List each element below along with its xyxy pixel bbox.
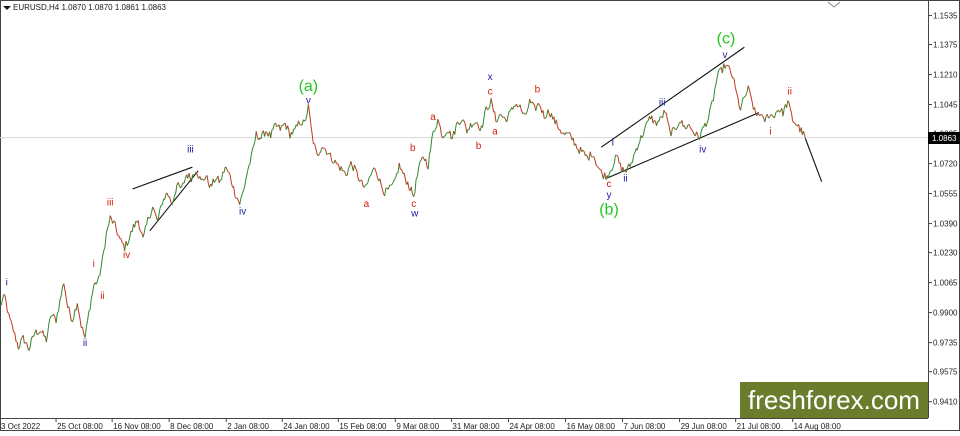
x-tick-label: 7 Jun 08:00 bbox=[624, 422, 666, 431]
wave-label: b bbox=[410, 143, 416, 154]
chart-canvas[interactable]: iiiiiiiiiiviiiiv(a)vabcwabcxabcy(b)iiiii… bbox=[0, 0, 960, 431]
wave-label: iii bbox=[107, 197, 114, 208]
price-segment bbox=[365, 184, 366, 185]
price-segment bbox=[386, 188, 387, 189]
y-tick-label: 0.9900 bbox=[933, 309, 958, 318]
wave-label: i bbox=[6, 277, 8, 288]
wave-label: (a) bbox=[299, 78, 319, 95]
y-tick-label: 1.0720 bbox=[933, 160, 958, 169]
wave-label: w bbox=[410, 208, 419, 219]
price-segment bbox=[391, 185, 392, 186]
x-tick-label: 3 Oct 2022 bbox=[1, 422, 41, 431]
wave-label: ii bbox=[83, 338, 87, 349]
watermark-text: freshforex.com bbox=[748, 385, 920, 415]
price-segment bbox=[451, 138, 452, 139]
price-segment bbox=[566, 133, 567, 134]
y-tick-label: 1.1375 bbox=[933, 41, 958, 50]
price-segment bbox=[277, 126, 278, 127]
price-segment bbox=[328, 154, 329, 155]
current-price-tag: 1.0863 bbox=[928, 132, 960, 144]
price-segment bbox=[654, 120, 655, 121]
x-tick-label: 24 Jan 08:00 bbox=[283, 422, 330, 431]
price-segment bbox=[322, 148, 323, 149]
wave-label: i bbox=[769, 126, 771, 137]
chart-frame bbox=[1, 1, 960, 431]
wave-label: x bbox=[488, 72, 493, 83]
y-tick-label: 0.9575 bbox=[933, 368, 958, 377]
x-tick-label: 2 Jan 08:00 bbox=[227, 422, 269, 431]
x-tick-label: 24 Apr 08:00 bbox=[509, 422, 555, 431]
price-segment bbox=[733, 78, 734, 79]
wave-label: iii bbox=[659, 97, 666, 108]
x-tick-label: 25 Oct 08:00 bbox=[57, 422, 103, 431]
wave-label: b bbox=[535, 85, 541, 96]
price-segment bbox=[600, 169, 601, 170]
y-tick-label: 1.1535 bbox=[933, 11, 958, 20]
price-segment bbox=[51, 316, 52, 317]
wave-label: (c) bbox=[717, 31, 736, 48]
symbol-header: EURUSD,H4 1.0870 1.0870 1.0861 1.0863 bbox=[13, 3, 167, 12]
price-segment bbox=[225, 167, 226, 168]
price-segment bbox=[457, 122, 458, 123]
wave-label: iv bbox=[239, 206, 246, 217]
price-segment bbox=[149, 218, 150, 219]
wave-label: (b) bbox=[599, 201, 619, 218]
wave-label: iv bbox=[699, 145, 706, 156]
price-segment bbox=[487, 109, 488, 110]
y-tick-label: 1.0555 bbox=[933, 190, 958, 199]
price-segment bbox=[624, 170, 625, 171]
wave-label: b bbox=[476, 141, 482, 152]
y-tick-label: 1.0065 bbox=[933, 279, 958, 288]
current-price-label: 1.0863 bbox=[932, 134, 957, 143]
x-tick-label: 14 Aug 08:00 bbox=[794, 422, 842, 431]
wave-label: a bbox=[492, 126, 498, 137]
watermark: freshforex.com bbox=[740, 382, 928, 418]
y-tick-label: 1.1045 bbox=[933, 101, 958, 110]
price-segment bbox=[577, 149, 578, 150]
price-segment bbox=[473, 124, 474, 125]
price-segment bbox=[117, 235, 118, 236]
x-tick-label: 16 May 08:00 bbox=[567, 422, 616, 431]
wave-label: v bbox=[306, 96, 311, 107]
x-tick-label: 21 Jul 08:00 bbox=[737, 422, 781, 431]
wave-label: y bbox=[607, 190, 612, 201]
wave-label: v bbox=[723, 50, 728, 61]
price-segment bbox=[617, 156, 618, 157]
price-segment bbox=[24, 343, 25, 344]
price-segment bbox=[509, 111, 510, 112]
x-tick-label: 9 Mar 08:00 bbox=[396, 422, 439, 431]
y-tick-label: 1.0230 bbox=[933, 249, 958, 258]
y-tick-label: 1.1210 bbox=[933, 71, 958, 80]
y-tick-label: 0.9410 bbox=[933, 398, 958, 407]
x-tick-label: 31 Mar 08:00 bbox=[452, 422, 500, 431]
wave-label: ii bbox=[788, 87, 792, 98]
wave-label: a bbox=[364, 199, 370, 210]
wave-label: iii bbox=[187, 145, 194, 156]
price-segment bbox=[99, 276, 100, 277]
x-tick-label: 16 Nov 08:00 bbox=[113, 422, 161, 431]
wave-label: a bbox=[430, 112, 436, 123]
wave-label: i bbox=[93, 259, 95, 270]
y-tick-label: 1.0390 bbox=[933, 220, 958, 229]
wave-label: ii bbox=[623, 174, 627, 185]
x-tick-label: 8 Dec 08:00 bbox=[170, 422, 214, 431]
wave-label: iv bbox=[123, 250, 130, 261]
price-chart[interactable]: iiiiiiiiiiviiiiv(a)vabcwabcxabcy(b)iiiii… bbox=[0, 0, 960, 431]
y-tick-label: 0.9735 bbox=[933, 339, 958, 348]
price-segment bbox=[272, 129, 273, 130]
wave-label: i bbox=[612, 137, 614, 148]
wave-label: c bbox=[607, 179, 612, 190]
wave-label: c bbox=[488, 87, 493, 98]
price-segment bbox=[616, 155, 617, 156]
x-tick-label: 15 Feb 08:00 bbox=[339, 422, 387, 431]
wave-label: ii bbox=[100, 291, 104, 302]
x-tick-label: 29 Jun 08:00 bbox=[681, 422, 728, 431]
